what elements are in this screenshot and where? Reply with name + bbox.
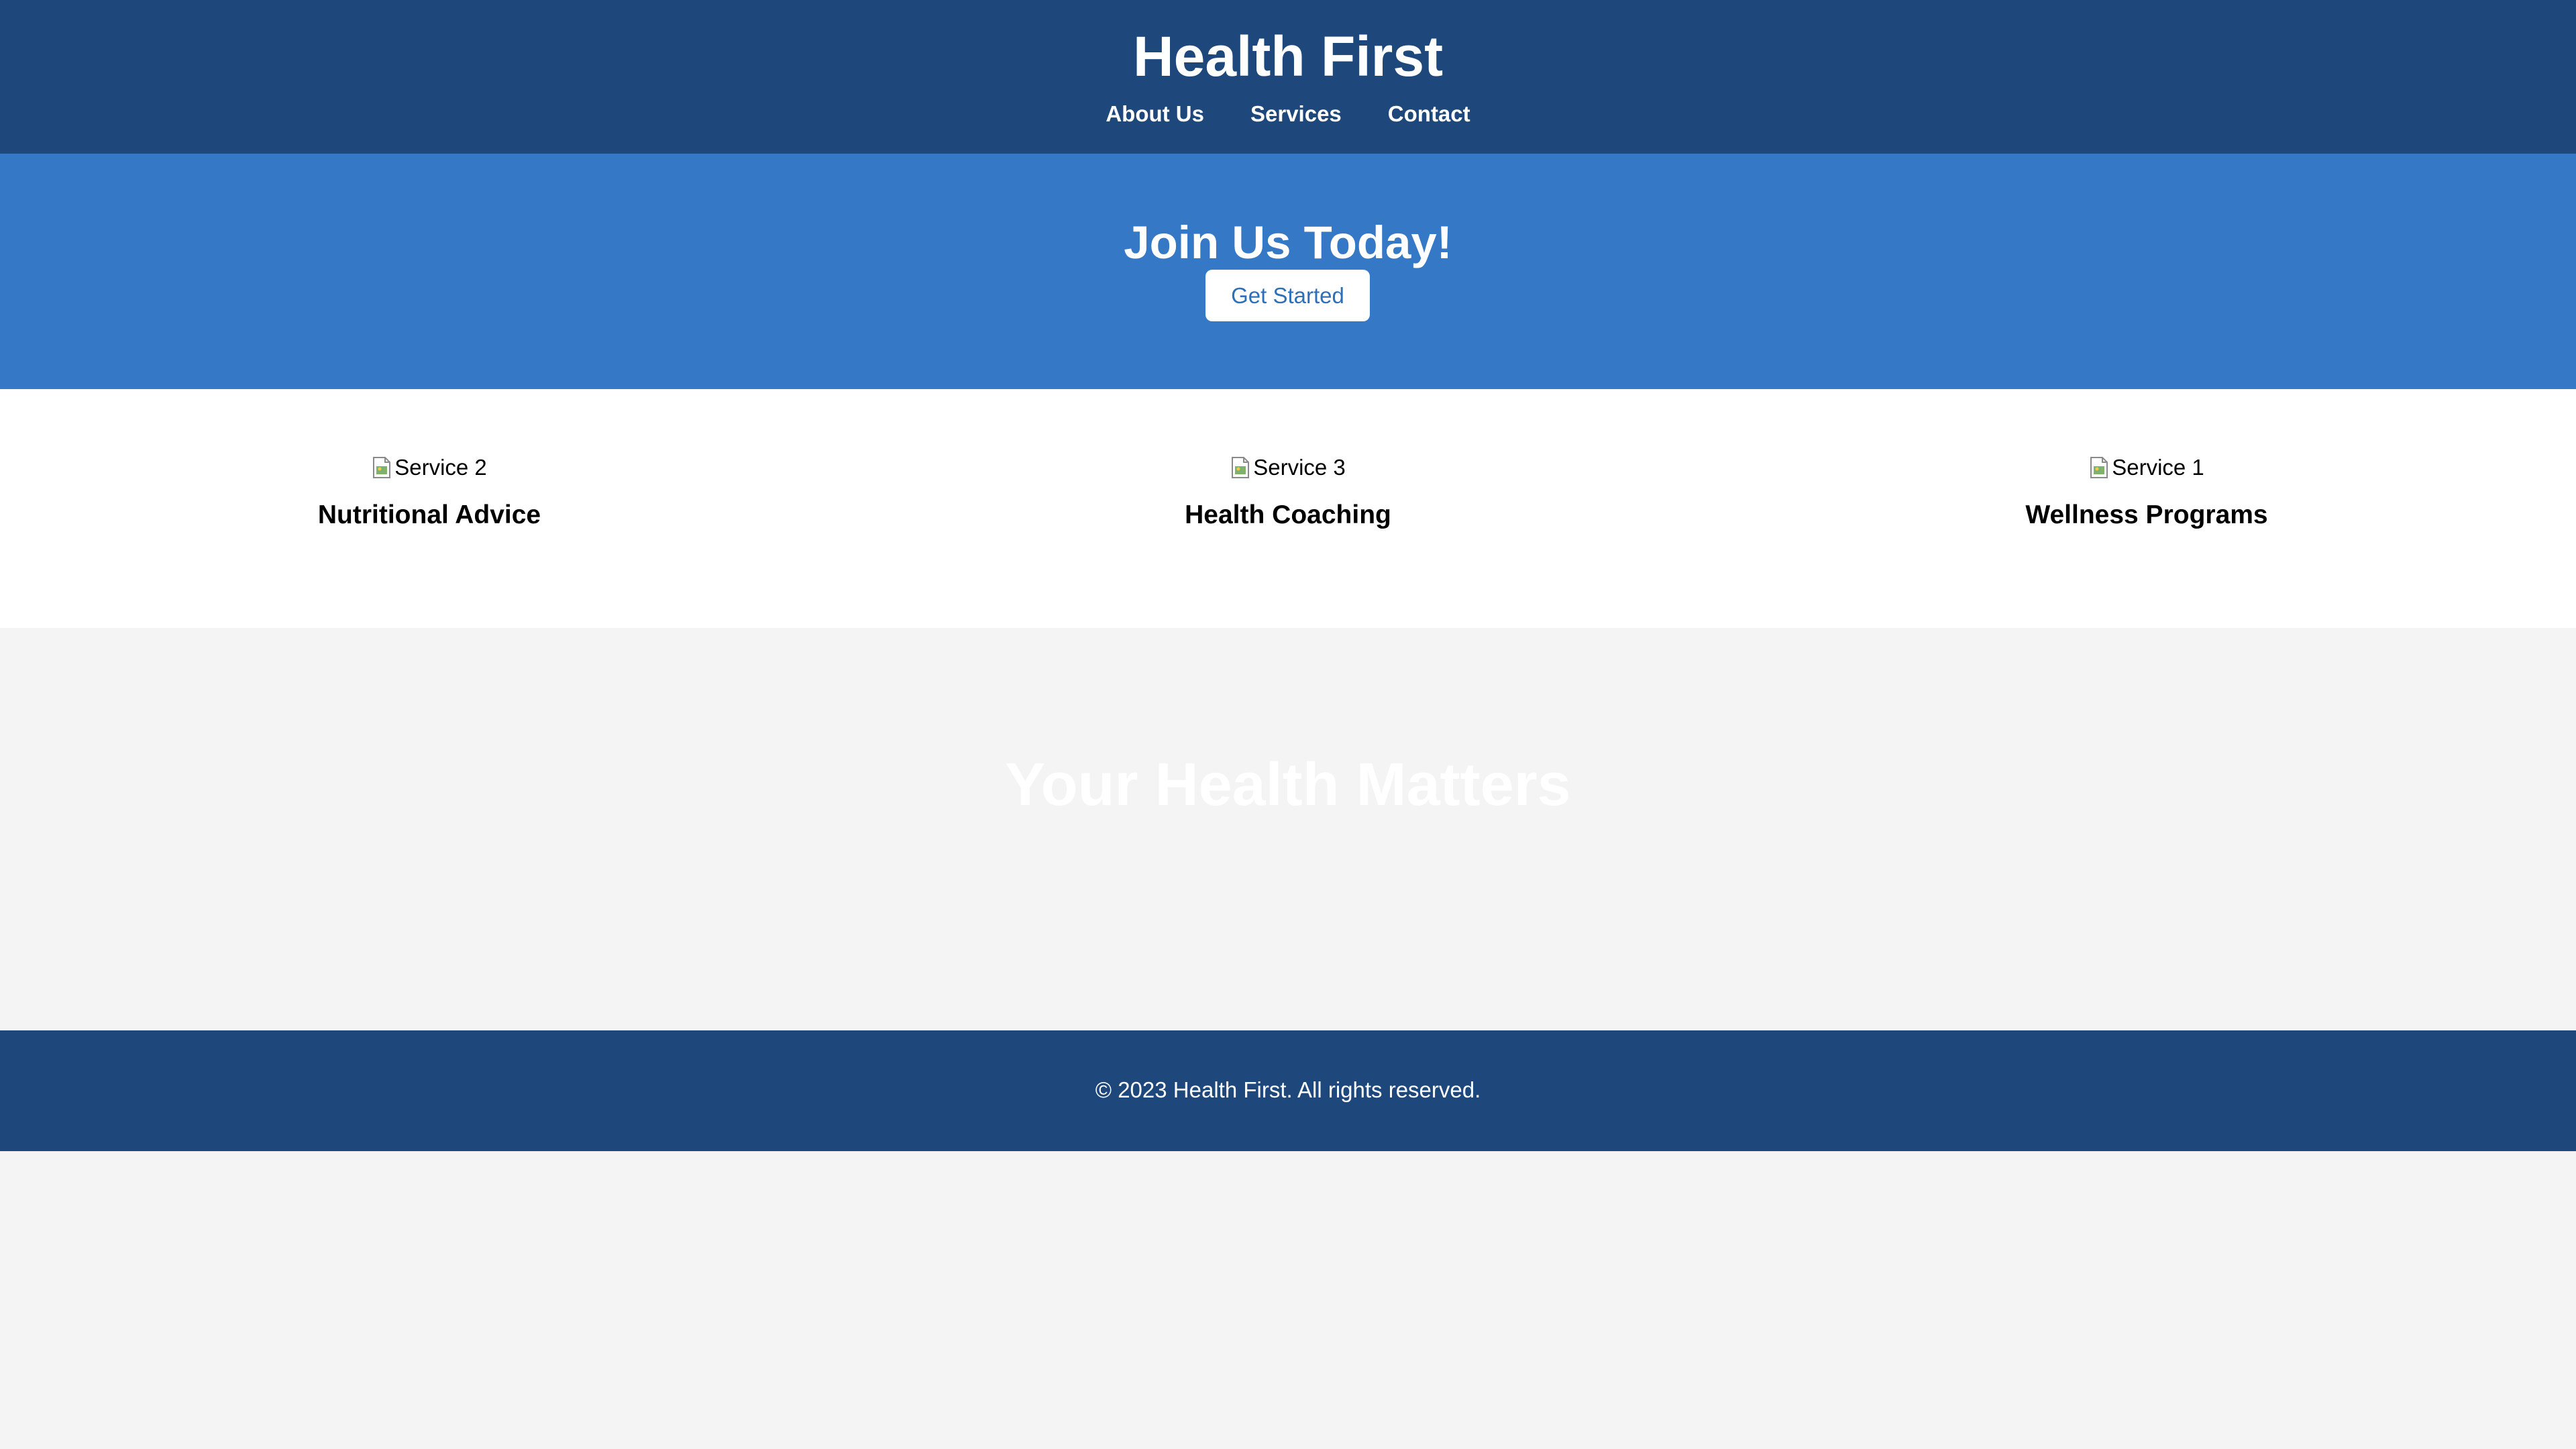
service-image-alt: Service 3 bbox=[1253, 455, 1346, 480]
nav-contact[interactable]: Contact bbox=[1388, 99, 1470, 129]
main-nav: About Us Services Contact bbox=[0, 99, 2576, 129]
broken-image-icon bbox=[1230, 456, 1250, 479]
service-card-nutritional-advice: Service 2 Nutritional Advice bbox=[127, 451, 731, 533]
banner-section: Your Health Matters bbox=[0, 628, 2576, 1030]
service-image-alt: Service 1 bbox=[2112, 455, 2204, 480]
site-header: Health First About Us Services Contact bbox=[0, 0, 2576, 154]
service-image-alt: Service 2 bbox=[394, 455, 487, 480]
hero-section: Join Us Today! Get Started bbox=[0, 154, 2576, 389]
service-card-wellness-programs: Service 1 Wellness Programs bbox=[1845, 451, 2449, 533]
service-image: Service 1 bbox=[2089, 451, 2204, 484]
service-title: Wellness Programs bbox=[2025, 500, 2268, 529]
nav-services[interactable]: Services bbox=[1250, 99, 1342, 129]
page-background bbox=[0, 1151, 2576, 1449]
services-section: Service 2 Nutritional Advice Service 3 H… bbox=[0, 389, 2576, 628]
service-title: Health Coaching bbox=[1185, 500, 1391, 529]
service-card-health-coaching: Service 3 Health Coaching bbox=[986, 451, 1590, 533]
banner-title: Your Health Matters bbox=[1005, 751, 1571, 818]
broken-image-icon bbox=[372, 456, 392, 479]
nav-about-us[interactable]: About Us bbox=[1106, 99, 1204, 129]
service-title: Nutritional Advice bbox=[317, 500, 541, 529]
service-image: Service 2 bbox=[372, 451, 487, 484]
footer-copyright: © 2023 Health First. All rights reserved… bbox=[1095, 1077, 1481, 1102]
broken-image-icon bbox=[2089, 456, 2109, 479]
get-started-button[interactable]: Get Started bbox=[1205, 270, 1370, 321]
service-image: Service 3 bbox=[1230, 451, 1346, 484]
site-footer: © 2023 Health First. All rights reserved… bbox=[0, 1030, 2576, 1151]
site-title: Health First bbox=[1132, 25, 1444, 88]
hero-title: Join Us Today! bbox=[1124, 217, 1452, 268]
